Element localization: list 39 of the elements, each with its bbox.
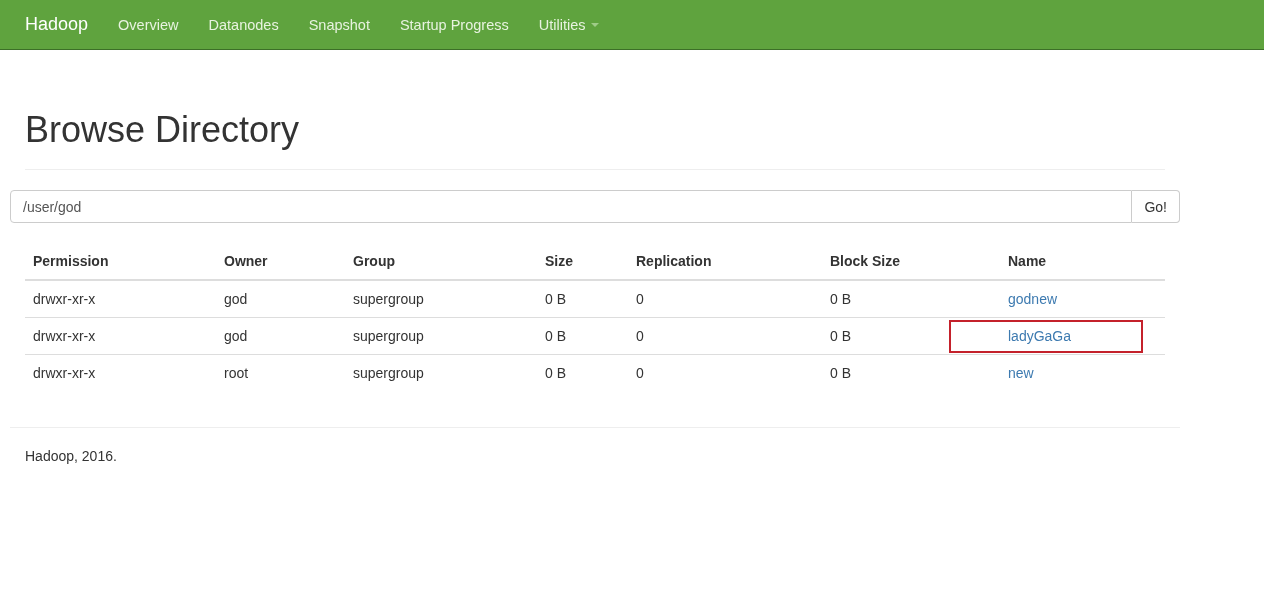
table-cell: 0 <box>628 280 822 318</box>
column-header: Block Size <box>822 243 1000 280</box>
table-cell: 0 B <box>822 317 1000 355</box>
go-button[interactable]: Go! <box>1132 190 1180 223</box>
nav-link[interactable]: Utilities <box>538 16 600 33</box>
table-cell: god <box>216 317 345 355</box>
column-header: Size <box>537 243 628 280</box>
page-title: Browse Directory <box>25 110 301 150</box>
nav-link[interactable]: Snapshot <box>308 16 370 33</box>
table-cell: supergroup <box>345 354 537 391</box>
brand-link[interactable]: Hadoop <box>25 14 89 35</box>
table-cell: god <box>216 280 345 318</box>
table-cell: supergroup <box>345 317 537 355</box>
nav-link[interactable]: Startup Progress <box>399 16 509 33</box>
path-input-field[interactable]: /user/god <box>10 190 1133 223</box>
column-header: Replication <box>628 243 822 280</box>
table-cell: 0 <box>628 354 822 391</box>
table-cell: 0 B <box>537 280 628 318</box>
column-header: Group <box>345 243 537 280</box>
nav-link[interactable]: Datanodes <box>208 16 279 33</box>
table-cell: 0 B <box>822 280 1000 318</box>
table-cell: 0 B <box>537 317 628 355</box>
table-cell: 0 <box>628 317 822 355</box>
directory-link[interactable]: ladyGaGa <box>1008 328 1072 344</box>
table-cell: drwxr-xr-x <box>25 317 216 355</box>
table-cell: drwxr-xr-x <box>25 354 216 391</box>
table-cell: root <box>216 354 345 391</box>
column-header: Owner <box>216 243 345 280</box>
table-cell: supergroup <box>345 280 537 318</box>
table-cell: drwxr-xr-x <box>25 280 216 318</box>
footer-text: Hadoop, 2016. <box>25 448 118 464</box>
directory-link[interactable]: new <box>1008 365 1034 381</box>
table-cell: 0 B <box>822 354 1000 391</box>
caret-icon <box>591 22 600 27</box>
column-header: Name <box>1000 243 1165 280</box>
nav-link[interactable]: Overview <box>118 16 179 33</box>
table-cell: 0 B <box>537 354 628 391</box>
directory-link[interactable]: godnew <box>1008 291 1058 307</box>
column-header: Permission <box>25 243 216 280</box>
